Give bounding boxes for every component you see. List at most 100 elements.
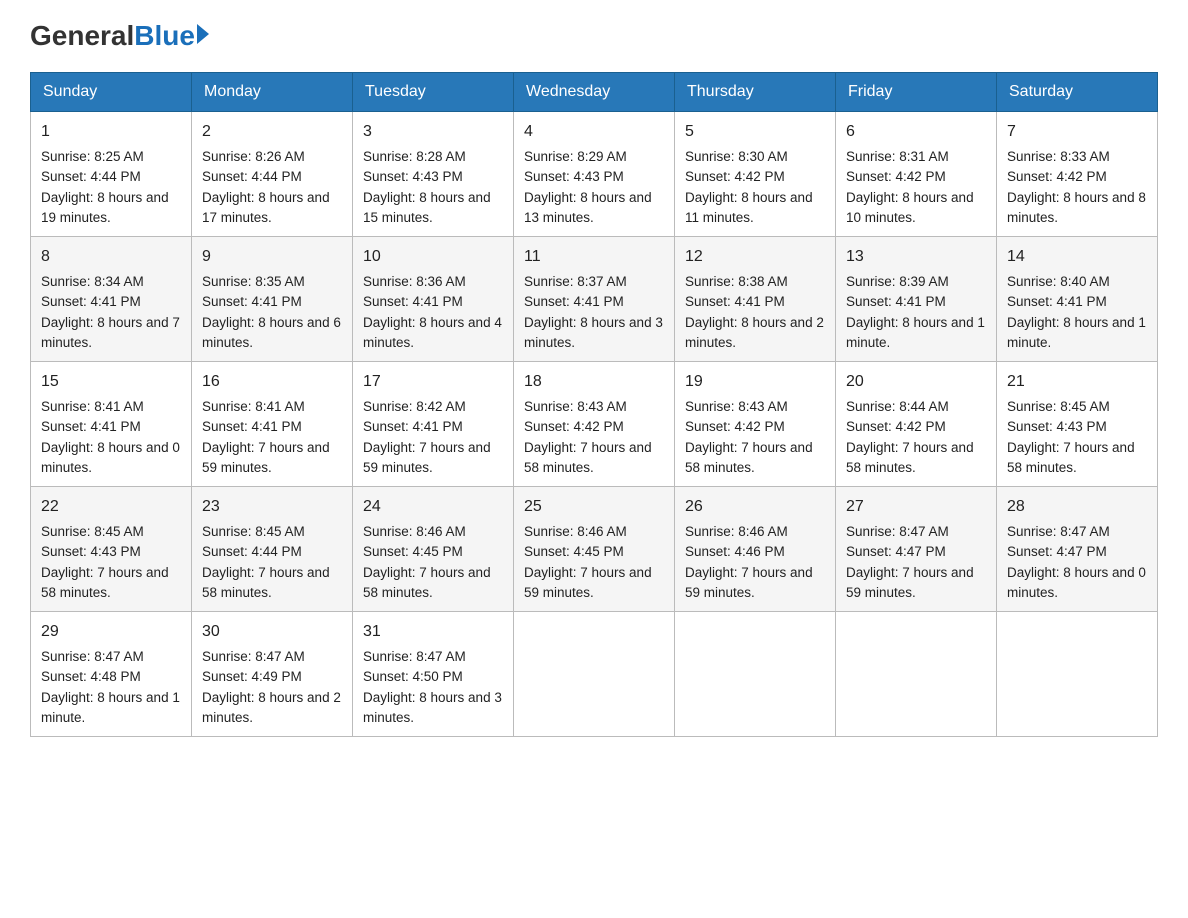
day-sunrise: Sunrise: 8:41 AM <box>202 399 305 414</box>
calendar-cell: 30 Sunrise: 8:47 AM Sunset: 4:49 PM Dayl… <box>192 612 353 737</box>
day-daylight: Daylight: 7 hours and 58 minutes. <box>41 565 169 600</box>
day-number: 25 <box>524 495 664 519</box>
day-number: 28 <box>1007 495 1147 519</box>
day-daylight: Daylight: 8 hours and 0 minutes. <box>1007 565 1146 600</box>
day-number: 6 <box>846 120 986 144</box>
day-sunrise: Sunrise: 8:31 AM <box>846 149 949 164</box>
day-sunrise: Sunrise: 8:42 AM <box>363 399 466 414</box>
day-daylight: Daylight: 8 hours and 2 minutes. <box>685 315 824 350</box>
calendar-week-row: 15 Sunrise: 8:41 AM Sunset: 4:41 PM Dayl… <box>31 362 1158 487</box>
logo-triangle-icon <box>197 24 209 44</box>
day-sunrise: Sunrise: 8:40 AM <box>1007 274 1110 289</box>
day-sunrise: Sunrise: 8:25 AM <box>41 149 144 164</box>
logo-general-text: General <box>30 20 134 52</box>
day-sunset: Sunset: 4:44 PM <box>41 169 141 184</box>
calendar-cell: 8 Sunrise: 8:34 AM Sunset: 4:41 PM Dayli… <box>31 237 192 362</box>
day-number: 27 <box>846 495 986 519</box>
calendar-cell: 14 Sunrise: 8:40 AM Sunset: 4:41 PM Dayl… <box>997 237 1158 362</box>
day-sunrise: Sunrise: 8:45 AM <box>41 524 144 539</box>
day-number: 23 <box>202 495 342 519</box>
day-sunrise: Sunrise: 8:38 AM <box>685 274 788 289</box>
day-number: 18 <box>524 370 664 394</box>
day-sunrise: Sunrise: 8:37 AM <box>524 274 627 289</box>
calendar-cell: 1 Sunrise: 8:25 AM Sunset: 4:44 PM Dayli… <box>31 112 192 237</box>
day-daylight: Daylight: 7 hours and 58 minutes. <box>685 440 813 475</box>
day-sunset: Sunset: 4:49 PM <box>202 669 302 684</box>
day-daylight: Daylight: 7 hours and 58 minutes. <box>524 440 652 475</box>
day-daylight: Daylight: 8 hours and 15 minutes. <box>363 190 491 225</box>
day-daylight: Daylight: 8 hours and 8 minutes. <box>1007 190 1146 225</box>
day-daylight: Daylight: 8 hours and 0 minutes. <box>41 440 180 475</box>
day-number: 12 <box>685 245 825 269</box>
day-sunrise: Sunrise: 8:46 AM <box>685 524 788 539</box>
day-number: 13 <box>846 245 986 269</box>
day-sunset: Sunset: 4:41 PM <box>41 294 141 309</box>
column-header-monday: Monday <box>192 73 353 112</box>
day-sunrise: Sunrise: 8:47 AM <box>1007 524 1110 539</box>
day-sunset: Sunset: 4:41 PM <box>41 419 141 434</box>
calendar-cell: 26 Sunrise: 8:46 AM Sunset: 4:46 PM Dayl… <box>675 487 836 612</box>
day-sunset: Sunset: 4:42 PM <box>846 419 946 434</box>
day-number: 20 <box>846 370 986 394</box>
day-sunrise: Sunrise: 8:46 AM <box>363 524 466 539</box>
day-number: 1 <box>41 120 181 144</box>
day-number: 8 <box>41 245 181 269</box>
day-sunrise: Sunrise: 8:26 AM <box>202 149 305 164</box>
day-sunrise: Sunrise: 8:43 AM <box>685 399 788 414</box>
day-daylight: Daylight: 8 hours and 10 minutes. <box>846 190 974 225</box>
day-sunset: Sunset: 4:47 PM <box>1007 544 1107 559</box>
calendar-cell: 3 Sunrise: 8:28 AM Sunset: 4:43 PM Dayli… <box>353 112 514 237</box>
day-sunset: Sunset: 4:44 PM <box>202 544 302 559</box>
calendar-cell: 22 Sunrise: 8:45 AM Sunset: 4:43 PM Dayl… <box>31 487 192 612</box>
day-number: 10 <box>363 245 503 269</box>
day-number: 26 <box>685 495 825 519</box>
day-daylight: Daylight: 8 hours and 1 minute. <box>1007 315 1146 350</box>
day-sunset: Sunset: 4:42 PM <box>1007 169 1107 184</box>
day-number: 24 <box>363 495 503 519</box>
day-sunrise: Sunrise: 8:45 AM <box>202 524 305 539</box>
day-daylight: Daylight: 8 hours and 1 minute. <box>846 315 985 350</box>
day-sunrise: Sunrise: 8:33 AM <box>1007 149 1110 164</box>
calendar-cell: 6 Sunrise: 8:31 AM Sunset: 4:42 PM Dayli… <box>836 112 997 237</box>
column-header-sunday: Sunday <box>31 73 192 112</box>
day-sunrise: Sunrise: 8:30 AM <box>685 149 788 164</box>
day-sunset: Sunset: 4:41 PM <box>846 294 946 309</box>
day-number: 2 <box>202 120 342 144</box>
day-daylight: Daylight: 8 hours and 11 minutes. <box>685 190 813 225</box>
day-daylight: Daylight: 8 hours and 1 minute. <box>41 690 180 725</box>
calendar-cell: 9 Sunrise: 8:35 AM Sunset: 4:41 PM Dayli… <box>192 237 353 362</box>
day-sunrise: Sunrise: 8:29 AM <box>524 149 627 164</box>
logo-blue-text: Blue <box>134 20 195 52</box>
day-sunset: Sunset: 4:43 PM <box>1007 419 1107 434</box>
calendar-cell: 31 Sunrise: 8:47 AM Sunset: 4:50 PM Dayl… <box>353 612 514 737</box>
calendar-cell: 23 Sunrise: 8:45 AM Sunset: 4:44 PM Dayl… <box>192 487 353 612</box>
day-number: 9 <box>202 245 342 269</box>
column-header-saturday: Saturday <box>997 73 1158 112</box>
day-number: 22 <box>41 495 181 519</box>
calendar-table: SundayMondayTuesdayWednesdayThursdayFrid… <box>30 72 1158 737</box>
day-sunset: Sunset: 4:42 PM <box>846 169 946 184</box>
day-sunset: Sunset: 4:46 PM <box>685 544 785 559</box>
calendar-cell: 20 Sunrise: 8:44 AM Sunset: 4:42 PM Dayl… <box>836 362 997 487</box>
day-sunset: Sunset: 4:47 PM <box>846 544 946 559</box>
day-number: 15 <box>41 370 181 394</box>
calendar-cell <box>514 612 675 737</box>
calendar-cell: 11 Sunrise: 8:37 AM Sunset: 4:41 PM Dayl… <box>514 237 675 362</box>
day-sunset: Sunset: 4:42 PM <box>524 419 624 434</box>
calendar-cell: 4 Sunrise: 8:29 AM Sunset: 4:43 PM Dayli… <box>514 112 675 237</box>
day-number: 17 <box>363 370 503 394</box>
day-sunset: Sunset: 4:41 PM <box>202 419 302 434</box>
calendar-cell: 24 Sunrise: 8:46 AM Sunset: 4:45 PM Dayl… <box>353 487 514 612</box>
day-number: 30 <box>202 620 342 644</box>
day-number: 16 <box>202 370 342 394</box>
calendar-week-row: 29 Sunrise: 8:47 AM Sunset: 4:48 PM Dayl… <box>31 612 1158 737</box>
day-number: 3 <box>363 120 503 144</box>
calendar-cell: 13 Sunrise: 8:39 AM Sunset: 4:41 PM Dayl… <box>836 237 997 362</box>
day-sunset: Sunset: 4:42 PM <box>685 419 785 434</box>
calendar-cell: 25 Sunrise: 8:46 AM Sunset: 4:45 PM Dayl… <box>514 487 675 612</box>
day-sunset: Sunset: 4:41 PM <box>363 294 463 309</box>
day-sunset: Sunset: 4:41 PM <box>363 419 463 434</box>
day-number: 7 <box>1007 120 1147 144</box>
day-daylight: Daylight: 7 hours and 59 minutes. <box>846 565 974 600</box>
day-sunrise: Sunrise: 8:28 AM <box>363 149 466 164</box>
